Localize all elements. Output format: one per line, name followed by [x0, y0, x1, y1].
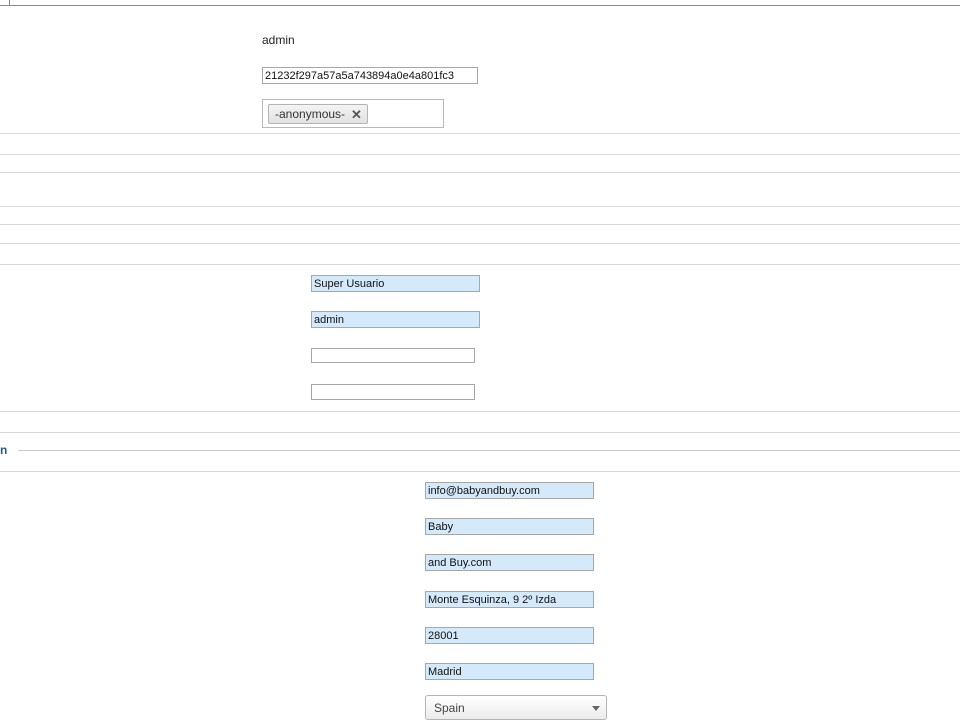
email-input[interactable] — [425, 482, 594, 499]
nickname-input[interactable] — [311, 311, 480, 328]
last-name-input[interactable] — [425, 554, 594, 571]
top-frame-tick — [9, 0, 10, 5]
close-icon[interactable]: ✕ — [351, 108, 362, 121]
country-select[interactable]: Spain — [425, 695, 607, 720]
row-divider — [0, 172, 960, 173]
first-name-input[interactable] — [425, 518, 594, 535]
profile-field-three-input[interactable] — [311, 348, 475, 363]
row-divider — [0, 224, 960, 225]
row-divider — [0, 154, 960, 155]
row-divider — [0, 133, 960, 134]
section-heading-rule — [18, 450, 960, 451]
top-frame-border — [0, 0, 960, 6]
city-input[interactable] — [425, 663, 594, 680]
row-divider — [0, 206, 960, 207]
row-divider — [0, 471, 960, 472]
role-tag-anonymous: -anonymous- ✕ — [268, 104, 368, 124]
role-tag-label: -anonymous- — [275, 107, 346, 121]
row-divider — [0, 411, 960, 412]
row-divider — [0, 264, 960, 265]
password-hash-input[interactable] — [262, 67, 478, 84]
country-select-value: Spain — [434, 700, 465, 715]
row-divider — [0, 243, 960, 244]
full-name-input[interactable] — [311, 275, 480, 292]
username-value: admin — [262, 33, 295, 47]
chevron-down-icon — [592, 706, 600, 711]
page: admin -anonymous- ✕ n Spain — [0, 0, 960, 720]
roles-tag-input[interactable]: -anonymous- ✕ — [262, 99, 444, 128]
row-divider — [0, 432, 960, 433]
profile-field-four-input[interactable] — [311, 384, 475, 400]
street-address-input[interactable] — [425, 591, 594, 608]
postal-code-input[interactable] — [425, 627, 594, 644]
section-heading: n — [0, 443, 8, 457]
